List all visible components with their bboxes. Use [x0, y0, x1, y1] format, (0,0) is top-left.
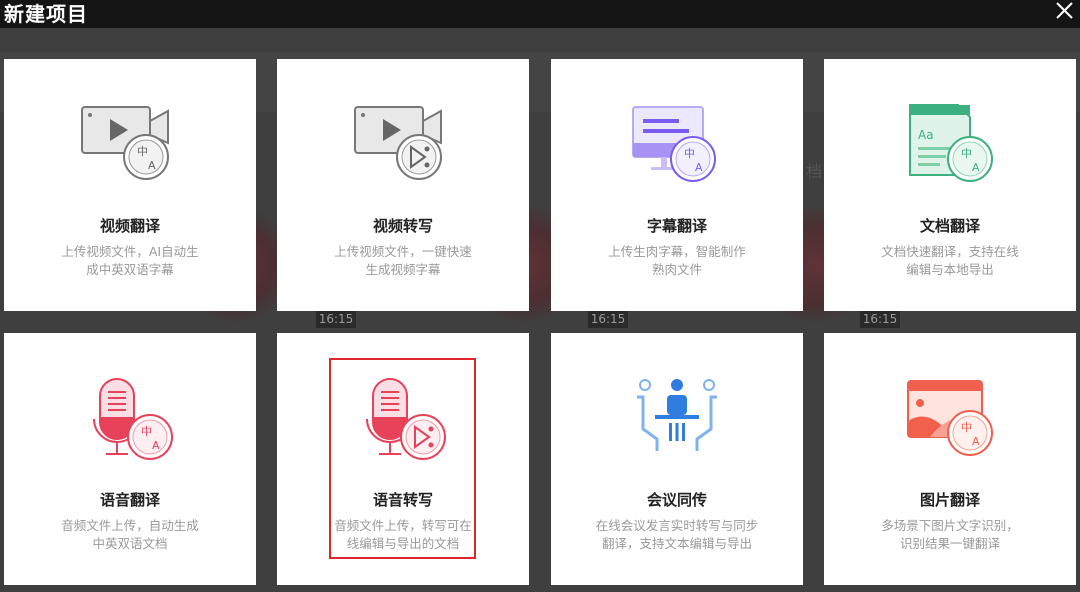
- card-description: 上传视频文件，AI自动生成中英双语字幕: [61, 244, 199, 277]
- card-description: 多场景下图片文字识别，识别结果一键翻译: [881, 518, 1019, 551]
- video-translate-icon: 中 A: [81, 106, 169, 180]
- modal-header: 新建项目: [0, 0, 1080, 28]
- card-title: 语音翻译: [99, 491, 160, 509]
- meeting-interpret-icon: [637, 379, 717, 451]
- svg-text:A: A: [972, 161, 980, 174]
- card-video-transcribe[interactable]: 视频转写 上传视频文件，一键快速生成视频字幕: [277, 59, 529, 311]
- svg-text:A: A: [148, 159, 156, 172]
- card-audio-translate[interactable]: 中 A 语音翻译 音频文件上传，自动生成中英双语文档: [4, 333, 256, 585]
- document-translate-icon: Aa 中 A: [909, 104, 993, 182]
- svg-text:Aa: Aa: [918, 128, 934, 142]
- card-title: 文档翻译: [919, 217, 980, 235]
- svg-text:A: A: [152, 439, 160, 452]
- card-description: 文档快速翻译，支持在线编辑与本地导出: [881, 244, 1019, 277]
- background-text: 档: [806, 162, 823, 181]
- card-description: 在线会议发言实时转写与同步翻译，支持文本编辑与导出: [595, 518, 759, 551]
- svg-text:中: 中: [137, 145, 148, 158]
- card-title: 视频转写: [372, 217, 433, 235]
- svg-text:A: A: [695, 161, 703, 174]
- svg-text:A: A: [972, 435, 980, 448]
- close-button[interactable]: [1052, 0, 1076, 24]
- background-time-label: 16:15: [316, 310, 356, 328]
- close-icon: [1056, 2, 1073, 19]
- subtitle-translate-icon: 中 A: [632, 106, 716, 182]
- card-description: 上传视频文件，一键快速生成视频字幕: [334, 244, 472, 277]
- card-description: 音频文件上传，自动生成中英双语文档: [61, 518, 199, 551]
- card-title: 视频翻译: [99, 217, 160, 235]
- card-meeting-interpret[interactable]: 会议同传 在线会议发言实时转写与同步翻译，支持文本编辑与导出: [551, 333, 803, 585]
- audio-translate-icon: 中 A: [93, 378, 173, 460]
- card-video-translate[interactable]: 中 A 视频翻译 上传视频文件，AI自动生成中英双语字幕: [4, 59, 256, 311]
- card-image-translate[interactable]: 中 A 图片翻译 多场景下图片文字识别，识别结果一键翻译: [824, 333, 1076, 585]
- modal-title: 新建项目: [4, 2, 88, 26]
- highlight-box: [329, 358, 476, 559]
- background-time-label: 16:15: [588, 310, 628, 328]
- card-title: 会议同传: [646, 491, 707, 509]
- image-translate-icon: 中 A: [907, 380, 993, 456]
- card-title: 图片翻译: [919, 491, 980, 509]
- card-document-translate[interactable]: Aa 中 A 文档翻译 文档快速翻译，支持在线编辑与本地导出: [824, 59, 1076, 311]
- svg-text:中: 中: [141, 425, 152, 438]
- svg-text:中: 中: [684, 147, 695, 160]
- svg-text:中: 中: [961, 147, 972, 160]
- card-description: 上传生肉字幕，智能制作熟肉文件: [608, 244, 746, 277]
- svg-text:中: 中: [961, 421, 972, 434]
- video-transcribe-icon: [354, 106, 442, 180]
- background-time-label: 16:15: [860, 310, 900, 328]
- card-title: 字幕翻译: [646, 217, 707, 235]
- card-subtitle-translate[interactable]: 中 A 字幕翻译 上传生肉字幕，智能制作熟肉文件: [551, 59, 803, 311]
